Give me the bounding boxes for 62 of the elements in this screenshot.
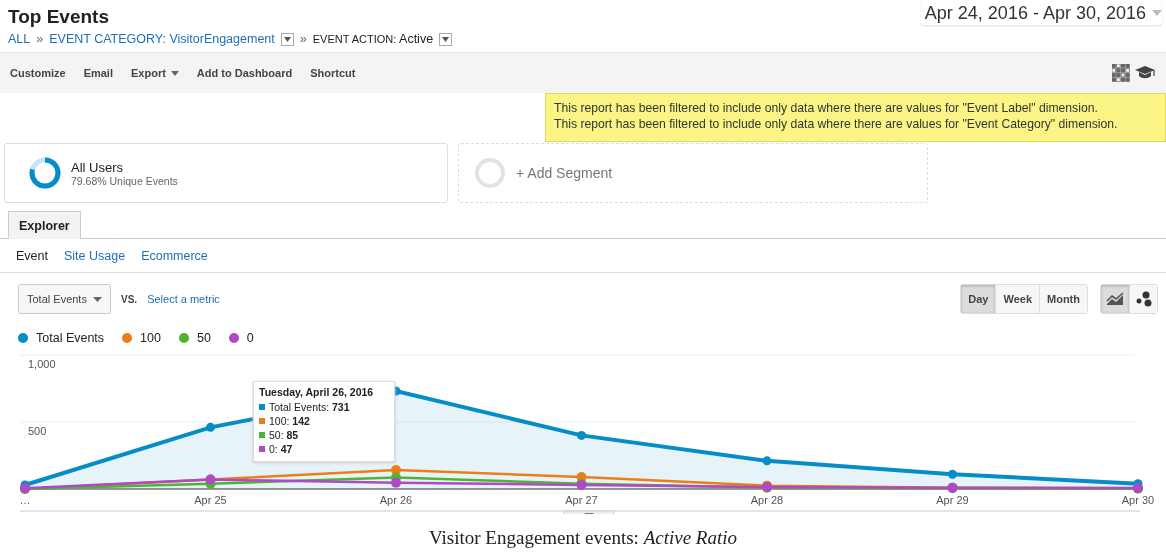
figure-caption: Visitor Engagement events: Active Ratio — [427, 527, 739, 549]
x-axis-label: Apr 26 — [379, 494, 413, 506]
subtab-link[interactable]: Event — [16, 249, 48, 262]
x-axis-label: Apr 25 — [194, 494, 227, 506]
bubble-chart-button[interactable] — [1129, 285, 1157, 313]
breadcrumb-separator: » — [299, 32, 307, 46]
date-range-picker[interactable]: Apr 24, 2016 - Apr 30, 2016 — [920, 1, 1162, 25]
tooltip-row: 0: 47 — [269, 442, 293, 456]
metric-dropdown[interactable]: Total Events — [18, 284, 111, 314]
legend-label: 100 — [140, 331, 161, 345]
bubbles-icon — [1134, 291, 1153, 307]
graduation-cap-icon[interactable] — [1134, 65, 1156, 81]
dropdown-button[interactable] — [439, 32, 453, 46]
line-chart-button[interactable] — [1101, 285, 1129, 313]
toolbar-button[interactable]: Customize — [10, 67, 80, 79]
breadcrumb-link[interactable]: EVENT CATEGORY: VisitorEngagement — [49, 32, 275, 46]
caret-icon — [283, 36, 291, 42]
x-axis-label: … — [19, 494, 31, 506]
notice-text: This report has been filtered to include only data where there are values for "Event Label" dimension. — [554, 100, 1099, 116]
toolbar-button[interactable]: Export — [131, 67, 193, 79]
toolbar-button[interactable]: Add to Dashboard — [196, 67, 307, 79]
tooltip-title: Tuesday, April 26, 2016 — [259, 386, 375, 398]
x-axis-label: Apr 28 — [750, 494, 784, 506]
legend-label: Total Events — [36, 331, 105, 345]
segment-detail: 79.68% Unique Events — [71, 174, 178, 187]
ring-icon — [474, 157, 506, 189]
legend-label: 50 — [196, 331, 211, 345]
y-axis-label: 1,000 — [28, 358, 56, 370]
tooltip-row: 100: 142 — [269, 414, 310, 428]
vs-label: VS. — [121, 293, 138, 305]
segment-name: All Users — [71, 159, 124, 175]
legend-label: 0 — [246, 331, 254, 345]
notice-text: This report has been filtered to include only data where there are values for "Event Category" dimension. — [554, 116, 1119, 132]
breadcrumb-label: EVENT ACTION: Active — [312, 32, 434, 46]
x-axis-label: Apr 29 — [936, 494, 969, 506]
toolbar-button[interactable]: Shortcut — [310, 67, 370, 79]
grid-icon[interactable] — [1112, 64, 1130, 82]
breadcrumb-link[interactable]: ALL — [8, 32, 31, 46]
dropdown-button[interactable] — [280, 32, 294, 46]
period-button[interactable]: Week — [995, 285, 1039, 313]
tooltip-row: Total Events: 731 — [269, 400, 350, 414]
donut-icon — [29, 157, 61, 189]
period-button[interactable]: Day — [961, 285, 996, 313]
toolbar-button[interactable]: Email — [83, 67, 127, 79]
x-axis-label: Apr 30 — [1121, 494, 1155, 506]
y-axis-label: 500 — [28, 425, 47, 437]
tooltip-row: 50: 85 — [269, 428, 299, 442]
breadcrumb-separator: » — [36, 32, 44, 46]
add-segment-label: + Add Segment — [516, 165, 613, 181]
add-segment-card[interactable]: + Add Segment — [458, 143, 928, 203]
tab[interactable]: Explorer — [8, 211, 81, 239]
subtab-link[interactable]: Ecommerce — [141, 249, 208, 262]
caret-icon — [442, 36, 450, 42]
caret-icon — [93, 296, 102, 302]
x-axis-label: Apr 27 — [565, 494, 598, 506]
scroll-handle[interactable] — [563, 510, 615, 514]
subtab-link[interactable]: Site Usage — [63, 249, 126, 262]
caret-icon — [1152, 10, 1162, 16]
select-metric-link[interactable]: Select a metric — [147, 293, 220, 305]
page-title: Top Events — [8, 6, 110, 28]
line-chart-icon — [1106, 292, 1124, 306]
period-button[interactable]: Month — [1039, 285, 1087, 313]
